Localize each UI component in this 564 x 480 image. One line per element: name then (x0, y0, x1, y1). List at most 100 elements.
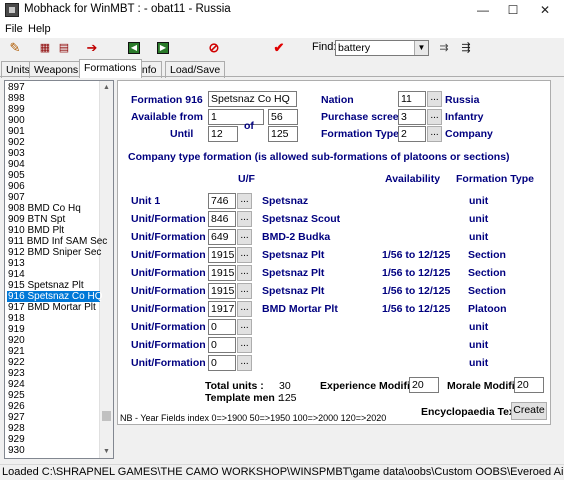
list-item[interactable]: 918 (7, 313, 100, 324)
purchase-screen-field[interactable]: 3 (398, 109, 426, 125)
experience-modifier-field[interactable]: 20 (409, 377, 439, 393)
list-item[interactable]: 909 BTN Spt (7, 214, 100, 225)
formation-type-field[interactable]: 2 (398, 126, 426, 142)
unit-id-field[interactable]: 746 (208, 193, 236, 209)
checkmark-icon[interactable]: ✔ (271, 40, 287, 56)
list-item[interactable]: 904 (7, 159, 100, 170)
list-item[interactable]: 908 BMD Co Hq (7, 203, 100, 214)
find-input[interactable]: battery ▼ (335, 40, 429, 56)
scroll-down-icon[interactable]: ▼ (100, 445, 113, 458)
unit-id-field[interactable]: 1915 (208, 247, 236, 263)
unit-browse-button[interactable]: ... (237, 337, 252, 353)
unit-browse-button[interactable]: ... (237, 283, 252, 299)
formation-name-field[interactable]: Spetsnaz Co HQ (208, 91, 297, 107)
unit-id-field[interactable]: 0 (208, 337, 236, 353)
unit-browse-button[interactable]: ... (237, 265, 252, 281)
scroll-thumb[interactable] (102, 411, 111, 421)
nation-label: Nation (321, 94, 354, 106)
available-from-label: Available from (131, 111, 203, 123)
list-item[interactable]: 917 BMD Mortar Plt (7, 302, 100, 313)
unit-id-field[interactable]: 0 (208, 319, 236, 335)
find-next-icon[interactable]: ⇉ (436, 40, 452, 56)
list-item[interactable]: 916 Spetsnaz Co HQ (7, 291, 103, 302)
status-bar: Loaded C:\SHRAPNEL GAMES\THE CAMO WORKSH… (0, 464, 564, 480)
unit-id-field[interactable]: 846 (208, 211, 236, 227)
until-year-field[interactable]: 125 (268, 126, 298, 142)
open-icon[interactable]: ▤ (56, 40, 72, 56)
unit-formation-type: Section (468, 267, 506, 279)
unit-browse-button[interactable]: ... (237, 355, 252, 371)
scroll-up-icon[interactable]: ▲ (100, 81, 113, 94)
list-item[interactable]: 912 BMD Sniper Sec (7, 247, 101, 258)
list-item[interactable]: 927 (7, 412, 100, 423)
morale-modifier-label: Morale Modifier (447, 380, 525, 392)
unit-id-field[interactable]: 649 (208, 229, 236, 245)
unit-id-field[interactable]: 1915 (208, 283, 236, 299)
pencil-icon[interactable]: ✎ (7, 40, 23, 56)
chevron-down-icon[interactable]: ▼ (414, 41, 428, 55)
list-item[interactable]: 925 (7, 390, 100, 401)
list-scrollbar[interactable]: ▲ ▼ (99, 81, 113, 458)
unit-browse-button[interactable]: ... (237, 193, 252, 209)
menu-file[interactable]: File (5, 23, 23, 35)
list-item[interactable]: 906 (7, 181, 100, 192)
unit-slot-label: Unit/Formation 8 (131, 321, 215, 333)
list-item[interactable]: 923 (7, 368, 100, 379)
unit-slot-label: Unit/Formation 2 (131, 213, 215, 225)
list-item[interactable]: 928 (7, 423, 100, 434)
unit-browse-button[interactable]: ... (237, 319, 252, 335)
list-item[interactable]: 900 (7, 115, 100, 126)
list-item[interactable]: 905 (7, 170, 100, 181)
list-item[interactable]: 902 (7, 137, 100, 148)
list-item[interactable]: 914 (7, 269, 100, 280)
save-icon[interactable]: ▦ (37, 40, 53, 56)
until-month-field[interactable]: 12 (208, 126, 238, 142)
unit-browse-button[interactable]: ... (237, 301, 252, 317)
maximize-button[interactable]: ☐ (498, 2, 528, 18)
list-item[interactable]: 913 (7, 258, 100, 269)
forbidden-icon[interactable]: ⊘ (206, 40, 222, 56)
purchase-browse-button[interactable]: ... (427, 109, 442, 125)
unit-id-field[interactable]: 1917 (208, 301, 236, 317)
morale-modifier-field[interactable]: 20 (514, 377, 544, 393)
unit-browse-button[interactable]: ... (237, 247, 252, 263)
nation-field[interactable]: 11 (398, 91, 426, 107)
list-item[interactable]: 911 BMD Inf SAM Sec (7, 236, 107, 247)
close-button[interactable]: ✕ (530, 2, 560, 18)
list-item[interactable]: 901 (7, 126, 100, 137)
list-item[interactable]: 903 (7, 148, 100, 159)
nav-prev-icon[interactable]: ◀ (128, 42, 140, 54)
list-item[interactable]: 910 BMD Plt (7, 225, 100, 236)
list-item[interactable]: 926 (7, 401, 100, 412)
list-item[interactable]: 915 Spetsnaz Plt (7, 280, 100, 291)
formation-list[interactable]: ▲ ▼ 897 898 899 900 901 902 903 904 905 906 907 908… (4, 80, 114, 459)
nation-browse-button[interactable]: ... (427, 91, 442, 107)
unit-id-field[interactable]: 1915 (208, 265, 236, 281)
list-item[interactable]: 922 (7, 357, 100, 368)
list-item[interactable]: 920 (7, 335, 100, 346)
arrow-right-icon[interactable]: ➔ (84, 40, 100, 56)
list-item[interactable]: 898 (7, 93, 100, 104)
list-item[interactable]: 929 (7, 434, 100, 445)
list-item[interactable]: 899 (7, 104, 100, 115)
formation-type-browse-button[interactable]: ... (427, 126, 442, 142)
list-item[interactable]: 924 (7, 379, 100, 390)
minimize-button[interactable]: — (468, 2, 498, 18)
list-item[interactable]: 930 (7, 445, 100, 456)
find-prev-icon[interactable]: ⇶ (458, 40, 474, 56)
list-item[interactable]: 921 (7, 346, 100, 357)
list-item[interactable]: 919 (7, 324, 100, 335)
nav-next-icon[interactable]: ▶ (157, 42, 169, 54)
unit-browse-button[interactable]: ... (237, 229, 252, 245)
available-from-month-field[interactable]: 1 (208, 109, 264, 125)
unit-browse-button[interactable]: ... (237, 211, 252, 227)
list-item[interactable]: 897 (7, 82, 100, 93)
unit-id-field[interactable]: 0 (208, 355, 236, 371)
unit-slot-label: Unit/Formation 7 (131, 303, 215, 315)
list-item[interactable]: 907 (7, 192, 100, 203)
create-button[interactable]: Create (511, 402, 547, 420)
formation-number-label: Formation 916 (131, 94, 203, 106)
menu-help[interactable]: Help (28, 23, 51, 35)
available-from-year-field[interactable]: 56 (268, 109, 298, 125)
tab-formations[interactable]: Formations (79, 59, 142, 78)
